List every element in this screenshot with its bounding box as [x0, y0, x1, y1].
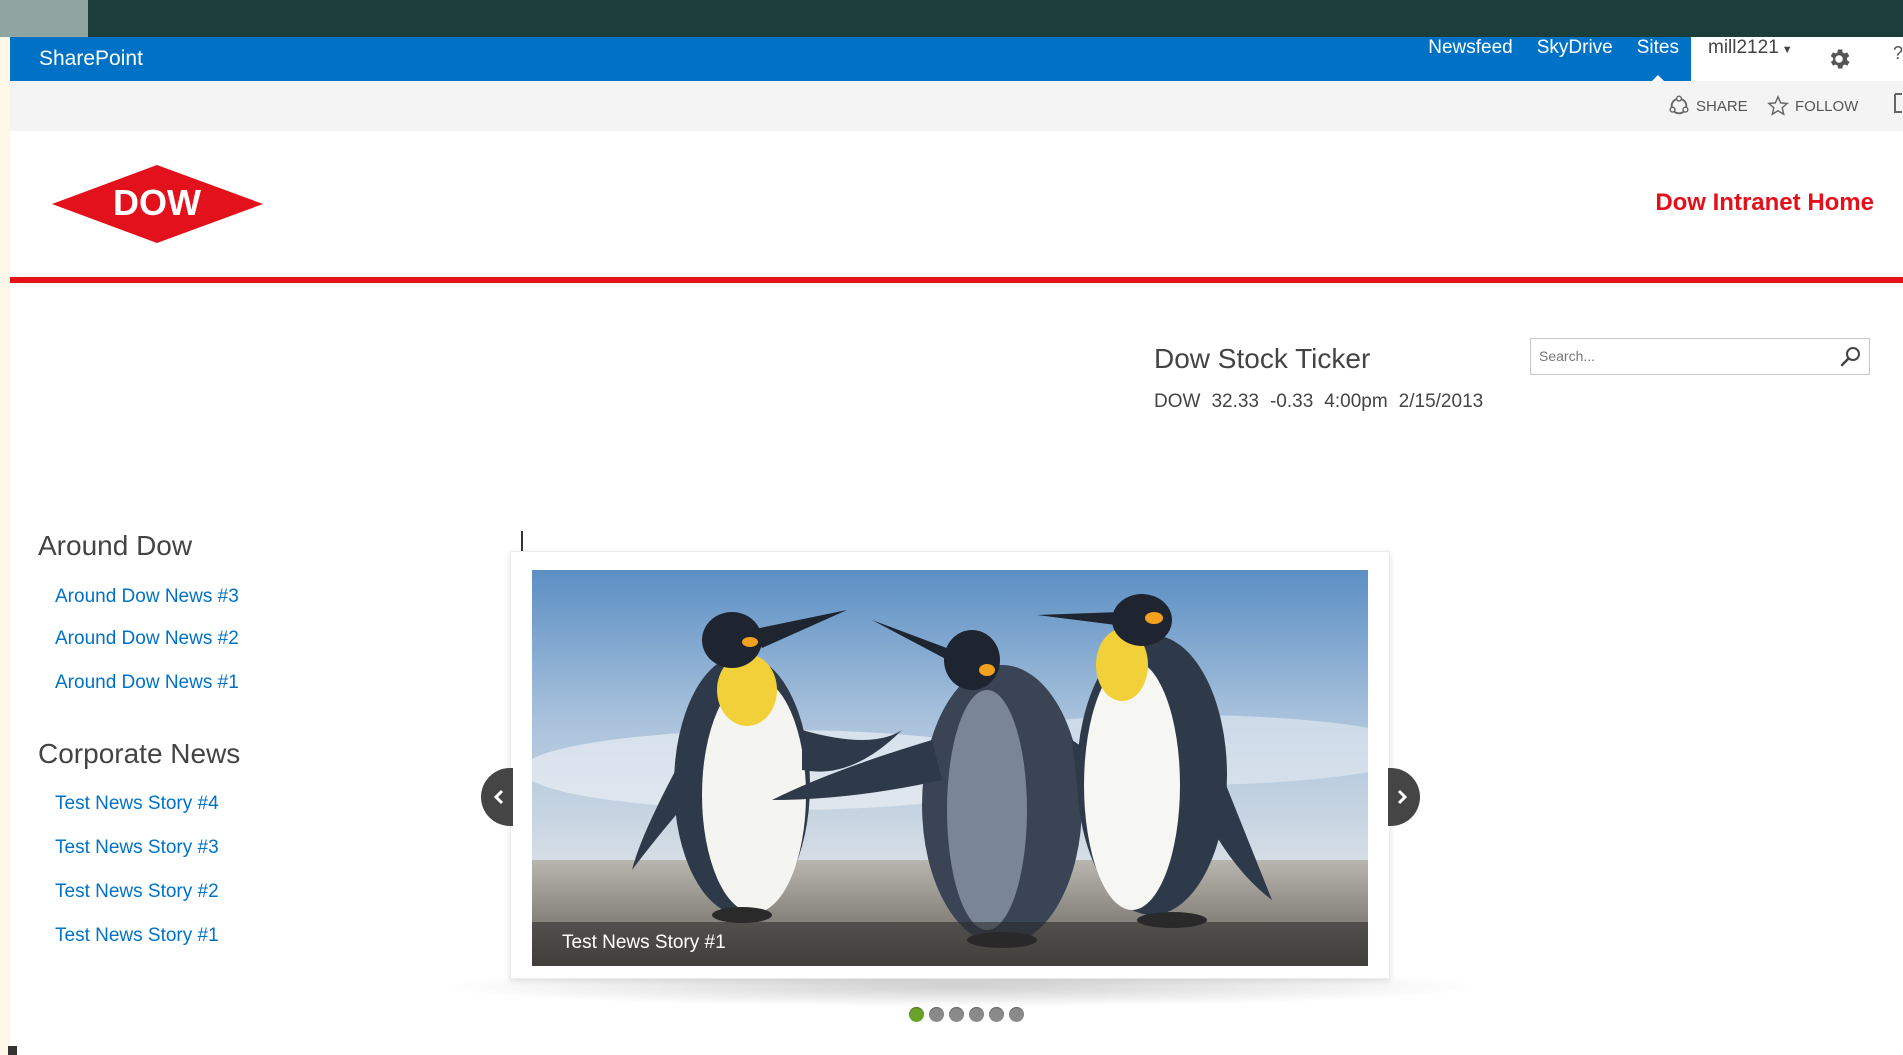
help-icon[interactable]: ? — [1893, 43, 1903, 64]
share-button[interactable]: SHARE — [1668, 94, 1748, 118]
chevron-down-icon: ▼ — [1781, 44, 1793, 56]
ticker-change: -0.33 — [1269, 391, 1314, 412]
gear-icon[interactable] — [1826, 46, 1852, 72]
carousel-pager — [909, 1007, 1024, 1022]
ticker-symbol: DOW — [1154, 391, 1201, 412]
logo-registered: ® — [216, 221, 224, 232]
carousel-slide[interactable]: Test News Story #1 — [532, 570, 1368, 966]
slide-caption-bar: Test News Story #1 — [532, 922, 1368, 966]
carousel-dot[interactable] — [929, 1007, 944, 1022]
search-icon[interactable] — [1839, 345, 1863, 369]
follow-label: FOLLOW — [1795, 97, 1859, 115]
chevron-left-icon — [493, 789, 504, 805]
suite-bar: SharePoint Newsfeed SkyDrive Sites mill2… — [10, 37, 1903, 81]
ticker-time: 4:00pm — [1324, 391, 1388, 412]
corporate-news-heading: Corporate News — [38, 738, 241, 769]
carousel-prev-button[interactable] — [481, 768, 513, 826]
sharepoint-brand[interactable]: SharePoint — [39, 47, 143, 71]
logo-text: DOW — [113, 182, 201, 223]
corner-mark — [8, 1046, 17, 1055]
suite-link-skydrive[interactable]: SkyDrive — [1525, 37, 1625, 81]
focus-mode-icon[interactable] — [1894, 92, 1903, 114]
stock-ticker-title: Dow Stock Ticker — [1154, 343, 1371, 374]
star-icon — [1767, 95, 1789, 116]
suite-link-sites[interactable]: Sites — [1625, 37, 1691, 81]
stock-ticker-values: DOW 32.33 -0.33 4:00pm 2/15/2013 — [1154, 391, 1483, 413]
carousel-dot[interactable] — [989, 1007, 1004, 1022]
search-input[interactable] — [1539, 345, 1829, 367]
carousel-dot[interactable] — [949, 1007, 964, 1022]
ribbon-bar: SHARE FOLLOW — [10, 81, 1903, 131]
carousel-dot[interactable] — [969, 1007, 984, 1022]
window-top-strip-left — [0, 0, 88, 37]
chevron-right-icon — [1397, 789, 1408, 805]
suite-links: Newsfeed SkyDrive Sites — [1416, 37, 1691, 81]
around-dow-link[interactable]: Around Dow News #1 — [55, 672, 239, 694]
around-dow-heading: Around Dow — [38, 530, 193, 561]
carousel-dot[interactable] — [909, 1007, 924, 1022]
suite-link-newsfeed[interactable]: Newsfeed — [1416, 37, 1525, 81]
ticker-price: 32.33 — [1211, 391, 1259, 412]
corporate-news-link[interactable]: Test News Story #2 — [55, 881, 219, 903]
carousel-next-button[interactable] — [1388, 768, 1420, 826]
user-area: mill2121 ▼ ? — [1691, 37, 1903, 81]
carousel-dot[interactable] — [1009, 1007, 1024, 1022]
text-cursor — [521, 531, 523, 553]
search-box — [1530, 338, 1870, 375]
sharepoint-page: SharePoint Newsfeed SkyDrive Sites mill2… — [10, 37, 1903, 1055]
slide-caption[interactable]: Test News Story #1 — [562, 932, 726, 954]
user-name: mill2121 — [1708, 37, 1779, 58]
news-carousel: Test News Story #1 — [510, 551, 1390, 979]
penguins-image — [532, 570, 1368, 966]
share-icon — [1669, 95, 1689, 115]
ticker-date: 2/15/2013 — [1398, 391, 1484, 412]
user-menu[interactable]: mill2121 ▼ — [1708, 37, 1793, 81]
corporate-news-link[interactable]: Test News Story #1 — [55, 925, 219, 947]
dow-logo[interactable]: DOW ® — [50, 163, 265, 245]
header-divider — [10, 277, 1903, 283]
corporate-news-link[interactable]: Test News Story #3 — [55, 837, 219, 859]
around-dow-link[interactable]: Around Dow News #2 — [55, 628, 239, 650]
share-label: SHARE — [1696, 97, 1748, 115]
corporate-news-link[interactable]: Test News Story #4 — [55, 793, 219, 815]
window-top-strip — [0, 0, 1903, 37]
site-title[interactable]: Dow Intranet Home — [1655, 189, 1874, 217]
around-dow-link[interactable]: Around Dow News #3 — [55, 586, 239, 608]
follow-button[interactable]: FOLLOW — [1767, 94, 1858, 118]
